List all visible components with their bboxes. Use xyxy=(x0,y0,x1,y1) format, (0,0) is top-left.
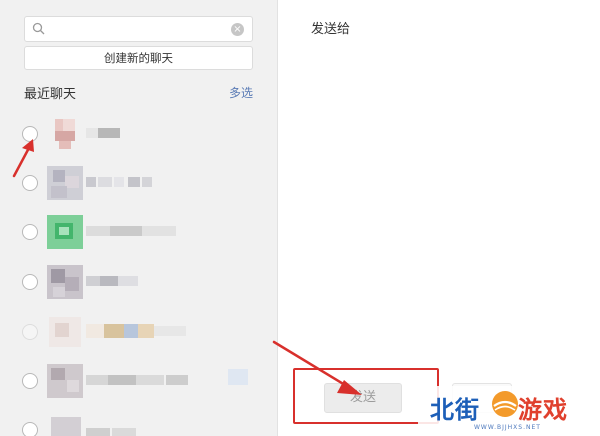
blurred-badge xyxy=(228,369,248,385)
chat-list-item[interactable] xyxy=(0,161,278,207)
watermark-text-right: 游戏 xyxy=(518,396,568,424)
avatar xyxy=(47,263,83,299)
select-radio[interactable] xyxy=(22,126,38,142)
chat-list-panel: × 创建新的聊天 最近聊天 多选 xyxy=(0,0,278,436)
search-box[interactable]: × xyxy=(24,16,253,42)
watermark-logo-icon xyxy=(492,391,518,417)
contact-name-blurred xyxy=(86,422,146,436)
chat-list-item[interactable] xyxy=(0,408,278,436)
search-input[interactable] xyxy=(49,19,229,39)
chat-list-item[interactable] xyxy=(0,310,278,356)
watermark-url: WWW.BJJHXS.NET xyxy=(474,424,541,431)
send-to-label: 发送给 xyxy=(311,22,351,37)
contact-name-blurred xyxy=(86,324,190,338)
multi-select-link[interactable]: 多选 xyxy=(229,84,253,101)
chat-list-item[interactable] xyxy=(0,210,278,256)
recent-chats-title: 最近聊天 xyxy=(24,87,77,102)
contact-name-blurred xyxy=(86,373,190,387)
avatar xyxy=(47,115,83,151)
avatar xyxy=(47,213,83,249)
chat-list-item[interactable] xyxy=(0,359,278,405)
select-radio[interactable] xyxy=(22,175,38,191)
clear-icon[interactable]: × xyxy=(231,23,244,36)
send-button[interactable]: 发送 xyxy=(324,383,402,413)
chat-list-item[interactable] xyxy=(0,112,278,158)
select-radio[interactable] xyxy=(22,324,38,340)
create-new-chat-button[interactable]: 创建新的聊天 xyxy=(24,46,253,70)
select-radio[interactable] xyxy=(22,422,38,436)
select-radio[interactable] xyxy=(22,274,38,290)
avatar xyxy=(47,313,83,349)
select-radio[interactable] xyxy=(22,373,38,389)
search-icon xyxy=(32,22,45,35)
avatar xyxy=(47,362,83,398)
watermark-text-left: 北街 xyxy=(430,396,480,424)
select-radio[interactable] xyxy=(22,224,38,240)
watermark: 北街 游戏 WWW.BJJHXS.NET xyxy=(418,386,600,436)
contact-name-blurred xyxy=(86,274,144,288)
avatar xyxy=(47,411,83,436)
chat-list-item[interactable] xyxy=(0,260,278,306)
avatar xyxy=(47,164,83,200)
contact-name-blurred xyxy=(86,175,156,189)
contact-name-blurred xyxy=(86,224,182,238)
contact-name-blurred xyxy=(86,126,126,140)
